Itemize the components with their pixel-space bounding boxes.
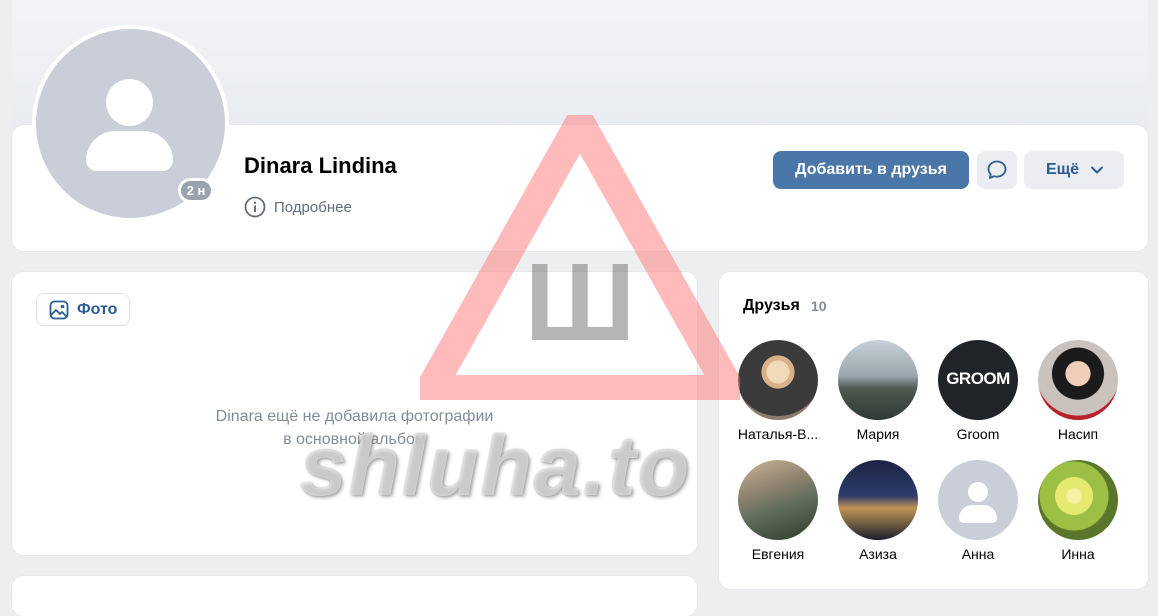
friend-item[interactable]: Евгения [728, 460, 828, 562]
friend-item[interactable]: GROOM Groom [928, 340, 1028, 442]
posts-card [12, 576, 697, 616]
friends-count: 10 [811, 298, 827, 314]
friend-item[interactable]: Насип [1028, 340, 1128, 442]
friend-avatar [838, 460, 918, 540]
last-seen-badge: 2 н [178, 178, 214, 203]
friend-avatar: GROOM [938, 340, 1018, 420]
watermark-text: shluha.to [300, 419, 692, 513]
friend-item[interactable]: Наталья-В... [728, 340, 828, 442]
profile-name: Dinara Lindina [244, 153, 397, 178]
chevron-down-icon [1091, 166, 1103, 174]
friend-name: Groom [956, 426, 1000, 442]
info-icon [244, 196, 266, 218]
friend-avatar [738, 340, 818, 420]
friend-item[interactable]: Инна [1028, 460, 1128, 562]
photos-tab[interactable]: Фото [36, 293, 130, 326]
more-button[interactable]: Ещё [1024, 151, 1124, 189]
image-icon [49, 300, 69, 319]
details-label: Подробнее [274, 198, 352, 216]
groom-logo-text: GROOM [946, 369, 1010, 388]
more-label: Ещё [1046, 161, 1080, 178]
default-avatar-icon [938, 460, 1018, 540]
friend-name: Мария [856, 426, 900, 442]
watermark-logo-letter: Ш [525, 241, 636, 364]
add-friend-button[interactable]: Добавить в друзья [773, 151, 969, 189]
friend-name: Наталья-В... [737, 426, 819, 442]
message-button[interactable] [977, 151, 1017, 189]
friend-name: Инна [1061, 546, 1095, 562]
friend-item[interactable]: Анна [928, 460, 1028, 562]
friend-avatar [838, 340, 918, 420]
friend-avatar [738, 460, 818, 540]
photos-tab-label: Фото [77, 300, 118, 318]
friend-name: Насип [1057, 426, 1099, 442]
details-link[interactable]: Подробнее [244, 196, 352, 218]
friend-name: Анна [961, 546, 995, 562]
friend-item[interactable]: Азиза [828, 460, 928, 562]
friend-item[interactable]: Мария [828, 340, 928, 442]
friend-name: Азиза [859, 546, 897, 562]
last-seen-text: 2 н [181, 181, 211, 200]
watermark-warning-icon: Ш [420, 115, 740, 400]
friend-avatar [1038, 340, 1118, 420]
friends-title[interactable]: Друзья [743, 297, 800, 315]
friend-name: Евгения [751, 546, 805, 562]
friend-avatar [1038, 460, 1118, 540]
chat-bubble-icon [987, 160, 1007, 179]
